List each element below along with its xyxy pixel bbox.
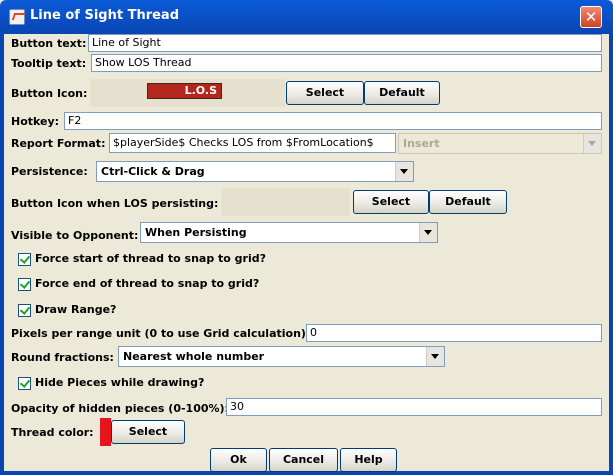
- visible-to-opponent-dropdown[interactable]: When Persisting: [140, 222, 438, 243]
- tooltip-text-label: Tooltip text:: [11, 57, 87, 70]
- button-text-label: Button text:: [11, 37, 87, 50]
- draw-range-checkbox[interactable]: [18, 304, 31, 317]
- round-fractions-label: Round fractions:: [11, 351, 114, 364]
- snap-start-label: Force start of thread to snap to grid?: [35, 252, 266, 265]
- close-button[interactable]: ✕: [580, 6, 602, 28]
- persistence-label: Persistence:: [11, 165, 88, 178]
- hotkey-label: Hotkey:: [11, 115, 60, 128]
- chevron-down-icon: [426, 347, 444, 366]
- button-icon-select-button[interactable]: Select: [286, 81, 364, 105]
- round-fractions-value: Nearest whole number: [123, 350, 265, 363]
- chevron-down-icon: [395, 162, 413, 181]
- opacity-input[interactable]: 30: [226, 398, 602, 416]
- snap-start-checkbox[interactable]: [18, 253, 31, 266]
- persist-icon-label: Button Icon when LOS persisting:: [11, 197, 219, 210]
- thread-color-swatch: [100, 418, 111, 446]
- snap-end-label: Force end of thread to snap to grid?: [35, 277, 260, 290]
- window-title: Line of Sight Thread: [30, 8, 179, 23]
- persist-icon-preview: [221, 188, 349, 216]
- help-button[interactable]: Help: [340, 448, 397, 472]
- round-fractions-dropdown[interactable]: Nearest whole number: [118, 346, 445, 367]
- report-format-input[interactable]: $playerSide$ Checks LOS from $FromLocati…: [109, 133, 396, 153]
- cancel-button[interactable]: Cancel: [269, 448, 338, 472]
- hide-pieces-checkbox[interactable]: [18, 377, 31, 390]
- thread-color-label: Thread color:: [11, 426, 94, 439]
- tooltip-text-input[interactable]: Show LOS Thread: [91, 54, 602, 72]
- button-icon-preview: L.O.S: [91, 79, 285, 107]
- pixels-per-range-input[interactable]: 0: [306, 324, 602, 342]
- insert-dropdown[interactable]: Insert: [398, 133, 602, 154]
- visible-to-opponent-value: When Persisting: [145, 226, 247, 239]
- button-text-input[interactable]: Line of Sight: [88, 34, 602, 52]
- persist-icon-select-button[interactable]: Select: [353, 190, 429, 214]
- persistence-dropdown[interactable]: Ctrl-Click & Drag: [96, 161, 414, 182]
- chevron-down-icon: [583, 134, 601, 153]
- persistence-value: Ctrl-Click & Drag: [101, 165, 205, 178]
- opacity-label: Opacity of hidden pieces (0-100%):: [11, 402, 229, 415]
- button-icon-label: Button Icon:: [11, 87, 88, 100]
- chevron-down-icon: [419, 223, 437, 242]
- hotkey-input[interactable]: F2: [64, 112, 602, 130]
- app-icon: [9, 9, 25, 25]
- los-icon: L.O.S: [147, 83, 222, 99]
- persist-icon-default-button[interactable]: Default: [429, 190, 507, 214]
- pixels-per-range-label: Pixels per range unit (0 to use Grid cal…: [11, 327, 311, 340]
- insert-dropdown-label: Insert: [403, 137, 440, 150]
- hide-pieces-label: Hide Pieces while drawing?: [35, 376, 205, 389]
- visible-to-opponent-label: Visible to Opponent:: [11, 229, 139, 242]
- snap-end-checkbox[interactable]: [18, 278, 31, 291]
- ok-button[interactable]: Ok: [210, 448, 267, 472]
- button-icon-default-button[interactable]: Default: [364, 81, 440, 105]
- thread-color-select-button[interactable]: Select: [111, 420, 185, 444]
- draw-range-label: Draw Range?: [35, 303, 117, 316]
- report-format-label: Report Format:: [11, 137, 106, 150]
